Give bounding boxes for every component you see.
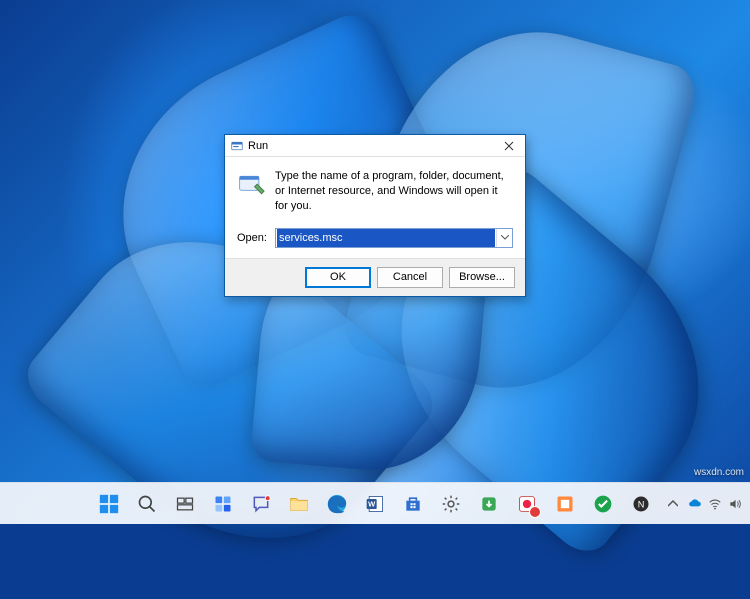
browse-button[interactable]: Browse... bbox=[449, 267, 515, 288]
gear-icon bbox=[440, 493, 462, 515]
app-icon bbox=[554, 493, 576, 515]
file-explorer-button[interactable] bbox=[281, 486, 317, 522]
chat-button[interactable] bbox=[243, 486, 279, 522]
widgets-button[interactable] bbox=[205, 486, 241, 522]
store-icon bbox=[402, 493, 424, 515]
close-button[interactable] bbox=[493, 135, 525, 157]
chat-icon bbox=[250, 493, 272, 515]
start-button[interactable] bbox=[91, 486, 127, 522]
chevron-down-icon[interactable] bbox=[496, 229, 512, 247]
volume-icon[interactable] bbox=[728, 497, 742, 511]
wifi-icon[interactable] bbox=[708, 497, 722, 511]
titlebar[interactable]: Run bbox=[225, 135, 525, 157]
app-button-4[interactable] bbox=[585, 486, 621, 522]
onedrive-icon[interactable] bbox=[688, 497, 702, 511]
program-icon bbox=[237, 171, 265, 202]
word-icon: W bbox=[364, 493, 386, 515]
dialog-buttons: OK Cancel Browse... bbox=[225, 258, 525, 296]
widgets-icon bbox=[212, 493, 234, 515]
folder-icon bbox=[288, 493, 310, 515]
run-dialog: Run Type the name of a program, folder, … bbox=[224, 134, 526, 297]
task-view-icon bbox=[174, 493, 196, 515]
download-icon bbox=[478, 493, 500, 515]
dialog-title: Run bbox=[248, 140, 268, 152]
app-icon: N bbox=[630, 493, 652, 515]
word-button[interactable]: W bbox=[357, 486, 393, 522]
notification-badge bbox=[529, 506, 541, 518]
app-button-1[interactable] bbox=[471, 486, 507, 522]
chevron-up-icon[interactable] bbox=[666, 497, 680, 511]
svg-text:W: W bbox=[368, 499, 376, 508]
edge-button[interactable] bbox=[319, 486, 355, 522]
store-button[interactable] bbox=[395, 486, 431, 522]
dialog-description: Type the name of a program, folder, docu… bbox=[275, 169, 513, 214]
watermark: wsxdn.com bbox=[694, 467, 744, 478]
taskbar-items: W N bbox=[91, 486, 659, 522]
search-icon bbox=[136, 493, 158, 515]
app-icon bbox=[592, 493, 614, 515]
cancel-button[interactable]: Cancel bbox=[377, 267, 443, 288]
windows-icon bbox=[98, 493, 120, 515]
run-icon bbox=[231, 140, 243, 152]
edge-icon bbox=[326, 493, 348, 515]
open-combobox[interactable] bbox=[275, 228, 513, 248]
settings-button[interactable] bbox=[433, 486, 469, 522]
app-button-5[interactable]: N bbox=[623, 486, 659, 522]
search-button[interactable] bbox=[129, 486, 165, 522]
app-button-2[interactable] bbox=[509, 486, 545, 522]
ok-button[interactable]: OK bbox=[305, 267, 371, 288]
open-input[interactable] bbox=[277, 229, 495, 247]
svg-text:N: N bbox=[638, 499, 645, 509]
taskbar: W N bbox=[0, 482, 750, 524]
task-view-button[interactable] bbox=[167, 486, 203, 522]
open-label: Open: bbox=[237, 232, 267, 244]
system-tray[interactable] bbox=[666, 497, 742, 511]
app-button-3[interactable] bbox=[547, 486, 583, 522]
